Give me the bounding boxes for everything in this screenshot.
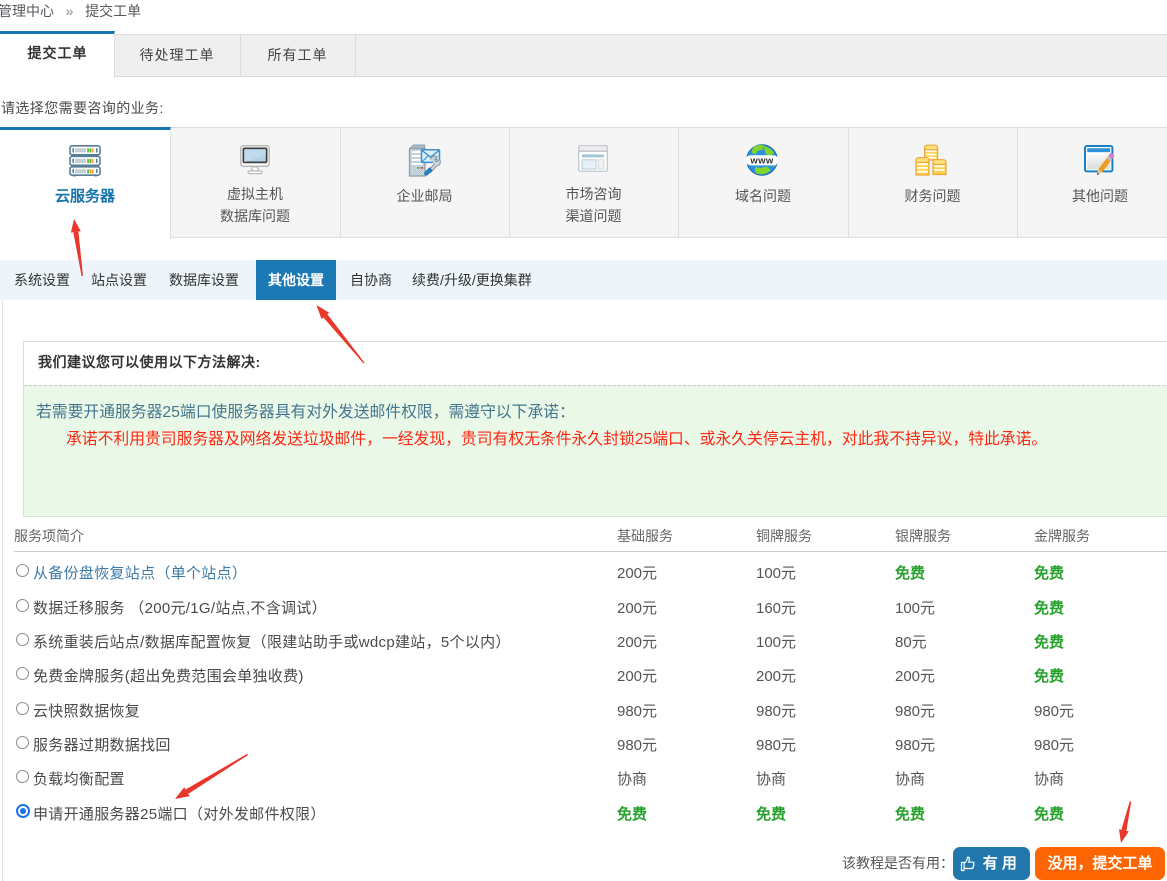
svg-text:www: www	[749, 156, 774, 167]
